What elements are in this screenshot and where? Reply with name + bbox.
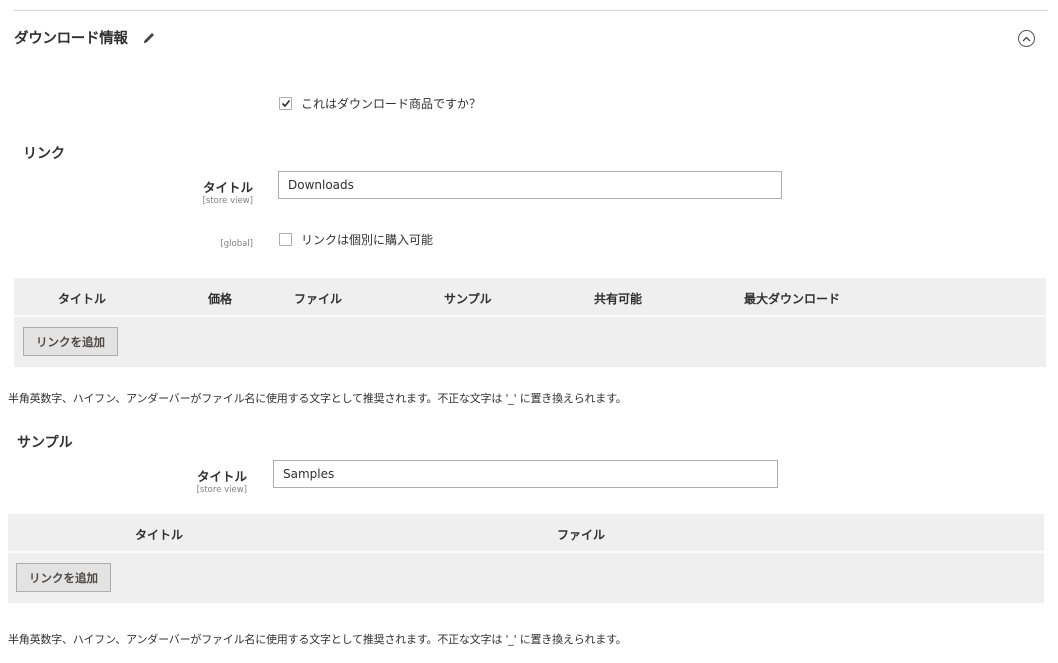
links-grid-header: タイトル 価格 ファイル サンプル 共有可能 最大ダウンロード: [14, 278, 1046, 317]
downloadable-product-checkbox[interactable]: [279, 97, 292, 110]
top-divider: [14, 10, 1048, 11]
add-link-button[interactable]: リンクを追加: [23, 327, 118, 356]
samples-col-file: ファイル: [557, 528, 606, 542]
add-sample-button[interactable]: リンクを追加: [16, 563, 111, 592]
samples-title-label: タイトル: [196, 469, 247, 484]
links-separately-label: リンクは個別に購入可能: [301, 233, 434, 247]
downloadable-product-row: これはダウンロード商品ですか？: [279, 95, 481, 112]
links-col-title: タイトル: [58, 292, 107, 306]
links-title-label: タイトル: [202, 180, 253, 195]
links-title-scope: [store view]: [202, 196, 253, 206]
links-heading: リンク: [23, 146, 65, 162]
section-header: ダウンロード情報: [14, 27, 156, 48]
links-col-shareable: 共有可能: [594, 292, 643, 306]
links-col-sample: サンプル: [444, 292, 492, 306]
links-col-file: ファイル: [294, 292, 343, 306]
samples-title-label-wrap: タイトル [store view]: [197, 466, 247, 495]
samples-grid-body: リンクを追加: [8, 553, 1044, 603]
downloadable-product-label: これはダウンロード商品ですか？: [301, 97, 482, 111]
collapse-section-button[interactable]: [1018, 30, 1035, 47]
links-separately-checkbox[interactable]: [279, 233, 292, 246]
links-separately-scope: [global]: [220, 239, 253, 249]
section-title: ダウンロード情報: [14, 31, 128, 47]
pencil-icon[interactable]: [142, 31, 156, 45]
links-filename-note: 半角英数字、ハイフン、アンダーバーがファイル名に使用する文字として推奨されます。…: [8, 392, 627, 405]
samples-heading: サンプル: [17, 435, 73, 451]
samples-col-title: タイトル: [135, 528, 184, 542]
links-separately-row: リンクは個別に購入可能: [279, 231, 433, 248]
links-col-price: 価格: [208, 292, 233, 306]
checkmark-icon: [281, 99, 290, 108]
links-title-label-wrap: タイトル [store view]: [203, 177, 253, 206]
samples-filename-note: 半角英数字、ハイフン、アンダーバーがファイル名に使用する文字として推奨されます。…: [8, 633, 627, 646]
links-col-max-downloads: 最大ダウンロード: [744, 292, 841, 306]
links-separately-scope-wrap: [global]: [220, 239, 253, 249]
links-grid: タイトル 価格 ファイル サンプル 共有可能 最大ダウンロード リンクを追加: [14, 278, 1046, 367]
samples-grid-header: タイトル ファイル: [8, 514, 1044, 553]
samples-grid: タイトル ファイル リンクを追加: [8, 514, 1044, 603]
samples-title-scope: [store view]: [196, 485, 247, 495]
links-grid-body: リンクを追加: [14, 317, 1046, 367]
links-title-input[interactable]: [278, 171, 782, 199]
chevron-up-icon: [1022, 36, 1031, 41]
samples-title-input[interactable]: [273, 460, 778, 488]
